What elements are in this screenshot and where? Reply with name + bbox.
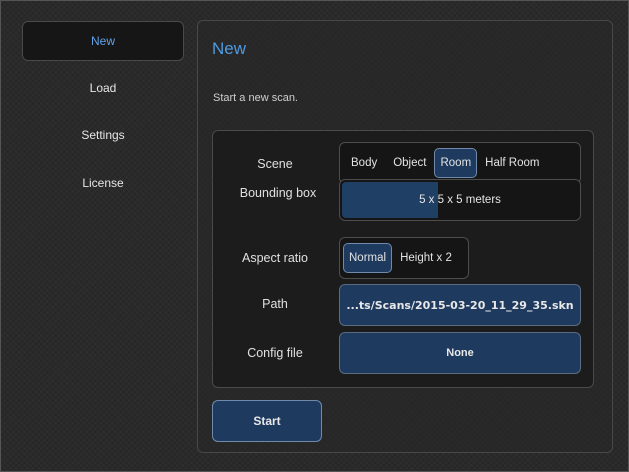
aspect-ratio-selector: Normal Height x 2: [339, 237, 469, 279]
aspect-ratio-label: Aspect ratio: [241, 251, 308, 265]
scene-option-object[interactable]: Object: [385, 147, 434, 179]
aspect-option-height-x2[interactable]: Height x 2: [392, 242, 460, 274]
page-subtitle: Start a new scan.: [213, 92, 298, 104]
sidebar-item-label: Load: [89, 81, 117, 95]
bounding-box-slider[interactable]: 5 x 5 x 5 meters: [339, 179, 581, 221]
config-file-label: Config file: [247, 346, 303, 360]
path-button[interactable]: ...ts/Scans/2015-03-20_11_29_35.skn: [339, 284, 581, 326]
page-title: New: [212, 39, 247, 58]
aspect-option-normal[interactable]: Normal: [343, 243, 393, 273]
sidebar-item-label: New: [90, 34, 115, 48]
sidebar-item-new[interactable]: New: [22, 21, 184, 61]
scene-option-body[interactable]: Body: [343, 147, 385, 179]
sidebar: New Load Settings License: [1, 1, 201, 471]
config-file-button[interactable]: None: [339, 332, 581, 374]
scene-label: Scene: [257, 157, 293, 171]
sidebar-item-label: License: [82, 176, 124, 190]
app-window: New Load Settings License New Start a ne…: [0, 0, 629, 472]
sidebar-item-load[interactable]: Load: [22, 68, 184, 108]
main-panel: New Start a new scan. Scene Body Object …: [197, 20, 613, 453]
scan-form: Scene Body Object Room Half Room Boundin…: [212, 130, 594, 388]
sidebar-item-license[interactable]: License: [22, 163, 184, 203]
scene-option-room[interactable]: Room: [434, 148, 478, 178]
scene-option-half-room[interactable]: Half Room: [477, 147, 547, 179]
sidebar-item-label: Settings: [81, 128, 125, 142]
sidebar-item-settings[interactable]: Settings: [22, 115, 184, 155]
path-label: Path: [262, 297, 288, 311]
scene-selector: Body Object Room Half Room: [339, 142, 581, 184]
bounding-box-label: Bounding box: [239, 186, 317, 200]
start-button[interactable]: Start: [212, 400, 322, 442]
bounding-box-value: 5 x 5 x 5 meters: [419, 194, 501, 206]
